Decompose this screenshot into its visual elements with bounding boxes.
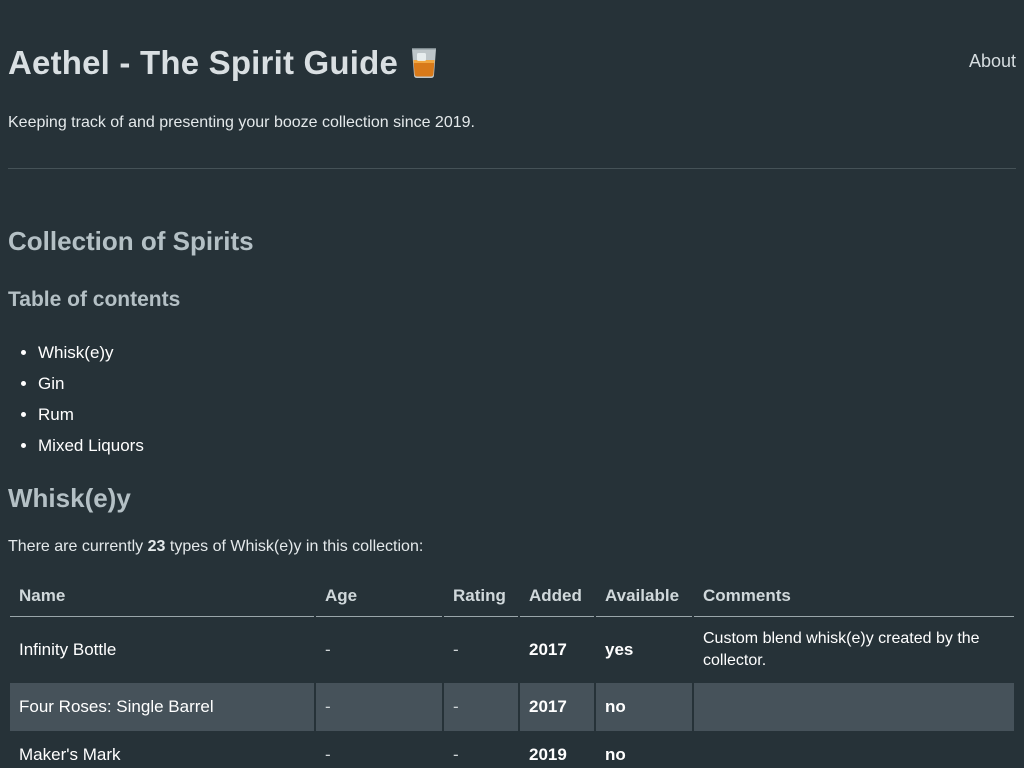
toc-item: Mixed Liquors (38, 430, 144, 461)
whiskey-section-title: Whisk(e)y (8, 483, 131, 513)
column-header-comments[interactable]: Comments (694, 576, 1014, 617)
cell-rating: - (453, 745, 459, 764)
cell-comments (694, 683, 1014, 731)
whiskey-count-text: There are currently 23 types of Whisk(e)… (8, 538, 423, 556)
tagline: Keeping track of and presenting your boo… (8, 114, 475, 131)
column-header-added[interactable]: Added (520, 576, 594, 617)
cell-available: yes (605, 640, 634, 659)
cell-added: 2019 (529, 745, 567, 764)
table-row: Infinity Bottle - - 2017 yes Custom blen… (10, 617, 1014, 683)
toc-item: Whisk(e)y (38, 337, 144, 368)
toc-link-gin[interactable]: Gin (38, 374, 64, 393)
cell-name: Four Roses: Single Barrel (10, 683, 314, 731)
site-title: Aethel - The Spirit Guide (8, 44, 438, 82)
column-header-age[interactable]: Age (316, 576, 442, 617)
site-title-text: Aethel - The Spirit Guide (8, 44, 399, 81)
column-header-name[interactable]: Name (10, 576, 314, 617)
cell-age: - (325, 745, 331, 764)
cell-name: Maker's Mark (19, 745, 121, 764)
whiskey-count: 23 (147, 538, 166, 555)
toc-item: Gin (38, 368, 144, 399)
cell-available: no (605, 745, 626, 764)
cell-name: Infinity Bottle (19, 640, 117, 659)
cell-age: - (325, 640, 331, 659)
toc-link-mixed-liquors[interactable]: Mixed Liquors (38, 436, 144, 455)
section-title: Collection of Spirits (8, 226, 254, 256)
cell-rating: - (453, 640, 459, 659)
cell-age: - (316, 683, 442, 731)
count-suffix: types of Whisk(e)y in this collection: (169, 538, 424, 555)
count-prefix: There are currently (8, 538, 144, 555)
column-header-available[interactable]: Available (596, 576, 692, 617)
toc-list: Whisk(e)y Gin Rum Mixed Liquors (8, 337, 144, 461)
cell-comments (694, 731, 1014, 768)
toc-item: Rum (38, 399, 144, 430)
toc-link-rum[interactable]: Rum (38, 405, 74, 424)
table-row: Maker's Mark - - 2019 no (10, 731, 1014, 768)
whiskey-table: Name Age Rating Added Available Comments… (8, 576, 1016, 768)
nav-about-link[interactable]: About (969, 51, 1016, 72)
table-header-row: Name Age Rating Added Available Comments (10, 576, 1014, 617)
cell-available: no (596, 683, 692, 731)
cell-comments: Custom blend whisk(e)y created by the co… (703, 630, 980, 669)
cell-rating: - (444, 683, 518, 731)
cell-added: 2017 (520, 683, 594, 731)
page: About Aethel - The Spirit Guide Keeping … (0, 0, 1024, 768)
column-header-rating[interactable]: Rating (444, 576, 518, 617)
toc-link-whiskey[interactable]: Whisk(e)y (38, 343, 114, 362)
whiskey-glass-icon (412, 48, 437, 78)
header-divider (8, 168, 1016, 169)
table-row: Four Roses: Single Barrel - - 2017 no (10, 683, 1014, 731)
toc-title: Table of contents (8, 288, 181, 311)
cell-added: 2017 (529, 640, 567, 659)
